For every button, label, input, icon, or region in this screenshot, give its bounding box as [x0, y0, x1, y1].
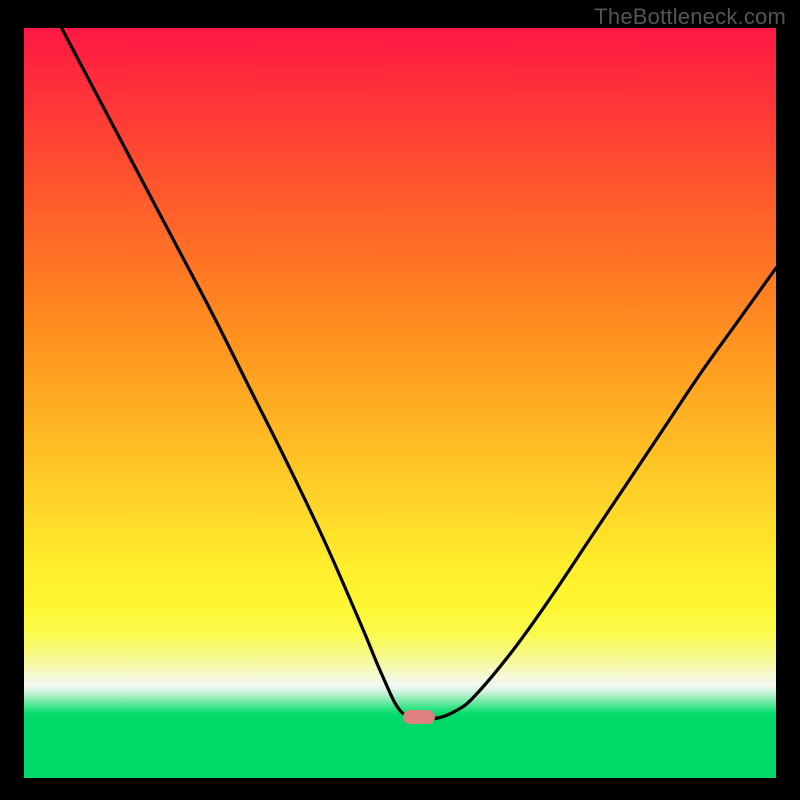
bottleneck-curve	[62, 28, 776, 719]
sweet-spot-marker	[403, 710, 435, 724]
chart-frame: TheBottleneck.com	[0, 0, 800, 800]
watermark-text: TheBottleneck.com	[594, 4, 786, 30]
curve-svg	[24, 28, 776, 778]
plot-area	[24, 28, 776, 778]
